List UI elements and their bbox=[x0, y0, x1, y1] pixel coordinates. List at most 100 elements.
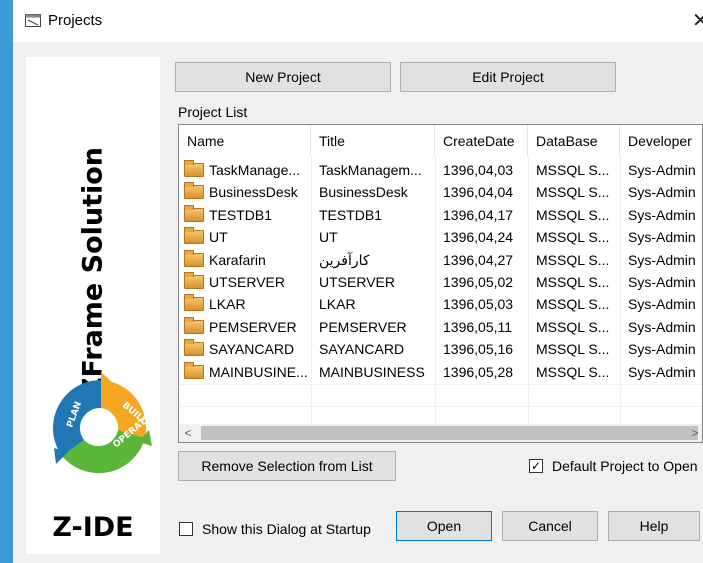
table-cell: MSSQL S... bbox=[536, 341, 610, 358]
folder-icon bbox=[184, 272, 204, 289]
close-icon[interactable]: ✕ bbox=[692, 8, 703, 33]
table-cell: MSSQL S... bbox=[536, 363, 610, 380]
window-title: Projects bbox=[48, 12, 103, 29]
folder-icon bbox=[184, 316, 204, 334]
table-cell: 1396,05,11 bbox=[443, 318, 513, 335]
table-cell: Sys-Admin bbox=[628, 206, 696, 223]
table-cell: 1396,05,02 bbox=[443, 274, 514, 290]
table-cell: 1396,04,04 bbox=[443, 184, 514, 201]
table-cell: Sys-Admin bbox=[628, 229, 696, 246]
table-row[interactable]: Karafarin کارآفرین 1396,04,27 MSSQL S... Sys… bbox=[179, 249, 702, 272]
folder-icon bbox=[184, 160, 204, 177]
table-cell: BusinessDesk bbox=[319, 184, 408, 201]
help-button[interactable]: Help bbox=[608, 511, 700, 541]
table-cell: MSSQL S... bbox=[536, 184, 610, 201]
folder-icon bbox=[184, 227, 204, 245]
open-button[interactable]: Open bbox=[396, 511, 492, 541]
table-row[interactable]: TaskManage... TaskManagem... 1396,04,03 MSS… bbox=[179, 159, 702, 182]
table-cell: Sys-Admin bbox=[628, 341, 696, 358]
table-cell: 1396,04,24 bbox=[443, 229, 514, 246]
edit-project-button[interactable]: Edit Project bbox=[400, 62, 616, 92]
table-cell: MSSQL S... bbox=[536, 251, 610, 268]
scroll-left-arrow-icon[interactable]: < bbox=[179, 424, 197, 442]
table-cell: Sys-Admin bbox=[628, 296, 696, 313]
table-cell: SAYANCARD bbox=[319, 341, 405, 358]
zide-logo-label: Z-IDE bbox=[52, 512, 134, 543]
table-row[interactable]: UT UT 1396,04,24 MSSQL S... Sys-Admin bbox=[179, 226, 702, 249]
project-list-header: Name Title CreateDate DataBase Developer bbox=[179, 125, 702, 157]
table-cell: MSSQL S... bbox=[536, 162, 610, 178]
projects-dialog: Projects ✕ ZFrame Solution BUILD OPERATE… bbox=[13, 0, 703, 563]
table-cell: MSSQL S... bbox=[536, 206, 610, 223]
default-project-checkbox[interactable]: ✓ bbox=[529, 459, 543, 473]
table-cell: MSSQL S... bbox=[536, 318, 610, 335]
table-cell: LKAR bbox=[209, 296, 246, 313]
column-header-createdate[interactable]: CreateDate bbox=[435, 125, 528, 157]
table-cell: PEMSERVER bbox=[319, 318, 407, 335]
folder-icon bbox=[184, 249, 204, 267]
table-cell: MSSQL S... bbox=[536, 229, 610, 246]
table-row[interactable]: UTSERVER UTSERVER 1396,05,02 MSSQL S... Sys-… bbox=[179, 271, 702, 294]
table-cell: LKAR bbox=[319, 296, 356, 313]
cancel-button[interactable]: Cancel bbox=[502, 511, 598, 541]
brand-vertical-text: ZFrame Solution bbox=[77, 146, 109, 398]
table-cell: TESTDB1 bbox=[319, 206, 383, 223]
table-cell: BusinessDesk bbox=[209, 184, 298, 201]
table-cell: Sys-Admin bbox=[628, 162, 696, 178]
table-cell: 1396,04,27 bbox=[443, 251, 514, 268]
column-header-developer[interactable]: Developer bbox=[620, 125, 702, 157]
scroll-thumb[interactable] bbox=[201, 426, 698, 440]
folder-icon bbox=[184, 204, 204, 222]
table-cell: Sys-Admin bbox=[628, 251, 696, 268]
table-row[interactable]: LKAR LKAR 1396,05,03 MSSQL S... Sys-Admin bbox=[179, 293, 702, 316]
table-row[interactable]: TESTDB1 TESTDB1 1396,04,17 MSSQL S... Sys-Ad… bbox=[179, 204, 702, 227]
table-cell: MAINBUSINESS bbox=[319, 363, 425, 380]
table-row[interactable]: SAYANCARD SAYANCARD 1396,05,16 MSSQL S... Sy… bbox=[179, 338, 702, 361]
table-cell: PEMSERVER bbox=[209, 318, 297, 335]
table-cell: UTSERVER bbox=[319, 274, 395, 290]
table-cell: Sys-Admin bbox=[628, 363, 696, 380]
project-list-label: Project List bbox=[178, 104, 248, 120]
table-cell: Sys-Admin bbox=[628, 184, 696, 201]
table-cell: UT bbox=[319, 229, 338, 246]
table-cell: UT bbox=[209, 229, 228, 246]
table-cell: 1396,04,17 bbox=[443, 206, 514, 223]
table-cell: کارآفرین bbox=[319, 251, 370, 268]
table-cell: TESTDB1 bbox=[209, 206, 273, 223]
table-cell: Sys-Admin bbox=[628, 318, 696, 335]
branding-panel: ZFrame Solution BUILD OPERATE PLAN Z-IDE bbox=[26, 57, 160, 554]
table-row[interactable]: MAINBUSINE... MAINBUSINESS 1396,05,28 MSSQL… bbox=[179, 361, 702, 384]
table-cell: 1396,04,03 bbox=[443, 162, 514, 178]
plan-build-operate-cycle-icon: BUILD OPERATE PLAN bbox=[52, 372, 153, 474]
table-cell: 1396,05,03 bbox=[443, 296, 514, 313]
table-cell: Karafarin bbox=[209, 251, 266, 268]
column-header-name[interactable]: Name bbox=[179, 125, 311, 157]
table-cell: TaskManage... bbox=[209, 162, 301, 178]
project-list[interactable]: Name Title CreateDate DataBase Developer… bbox=[178, 124, 703, 443]
scroll-right-arrow-icon[interactable]: > bbox=[686, 424, 702, 442]
remove-selection-button[interactable]: Remove Selection from List bbox=[178, 451, 396, 481]
folder-icon bbox=[184, 182, 204, 200]
table-cell: TaskManagem... bbox=[319, 162, 422, 178]
table-cell: 1396,05,16 bbox=[443, 341, 514, 358]
table-row[interactable]: PEMSERVER PEMSERVER 1396,05,11 MSSQL S... Sy… bbox=[179, 316, 702, 339]
table-cell: UTSERVER bbox=[209, 274, 285, 290]
folder-icon bbox=[184, 361, 204, 379]
table-cell: MSSQL S... bbox=[536, 274, 610, 290]
horizontal-scrollbar[interactable]: < > bbox=[179, 424, 702, 442]
folder-icon bbox=[184, 339, 204, 357]
column-header-database[interactable]: DataBase bbox=[528, 125, 620, 157]
column-header-title[interactable]: Title bbox=[311, 125, 435, 157]
table-row[interactable]: BusinessDesk BusinessDesk 1396,04,04 MSSQL … bbox=[179, 181, 702, 204]
new-project-button[interactable]: New Project bbox=[175, 62, 391, 92]
folder-icon bbox=[184, 294, 204, 312]
table-cell: MSSQL S... bbox=[536, 296, 610, 313]
window-icon bbox=[25, 14, 41, 27]
show-at-startup-label: Show this Dialog at Startup bbox=[202, 521, 371, 537]
table-cell: SAYANCARD bbox=[209, 341, 295, 358]
row-divider bbox=[179, 384, 702, 385]
title-bar[interactable]: Projects ✕ bbox=[13, 0, 703, 42]
default-project-label: Default Project to Open bbox=[552, 458, 698, 474]
show-at-startup-checkbox[interactable] bbox=[179, 522, 193, 536]
table-cell: Sys-Admin bbox=[628, 274, 696, 290]
